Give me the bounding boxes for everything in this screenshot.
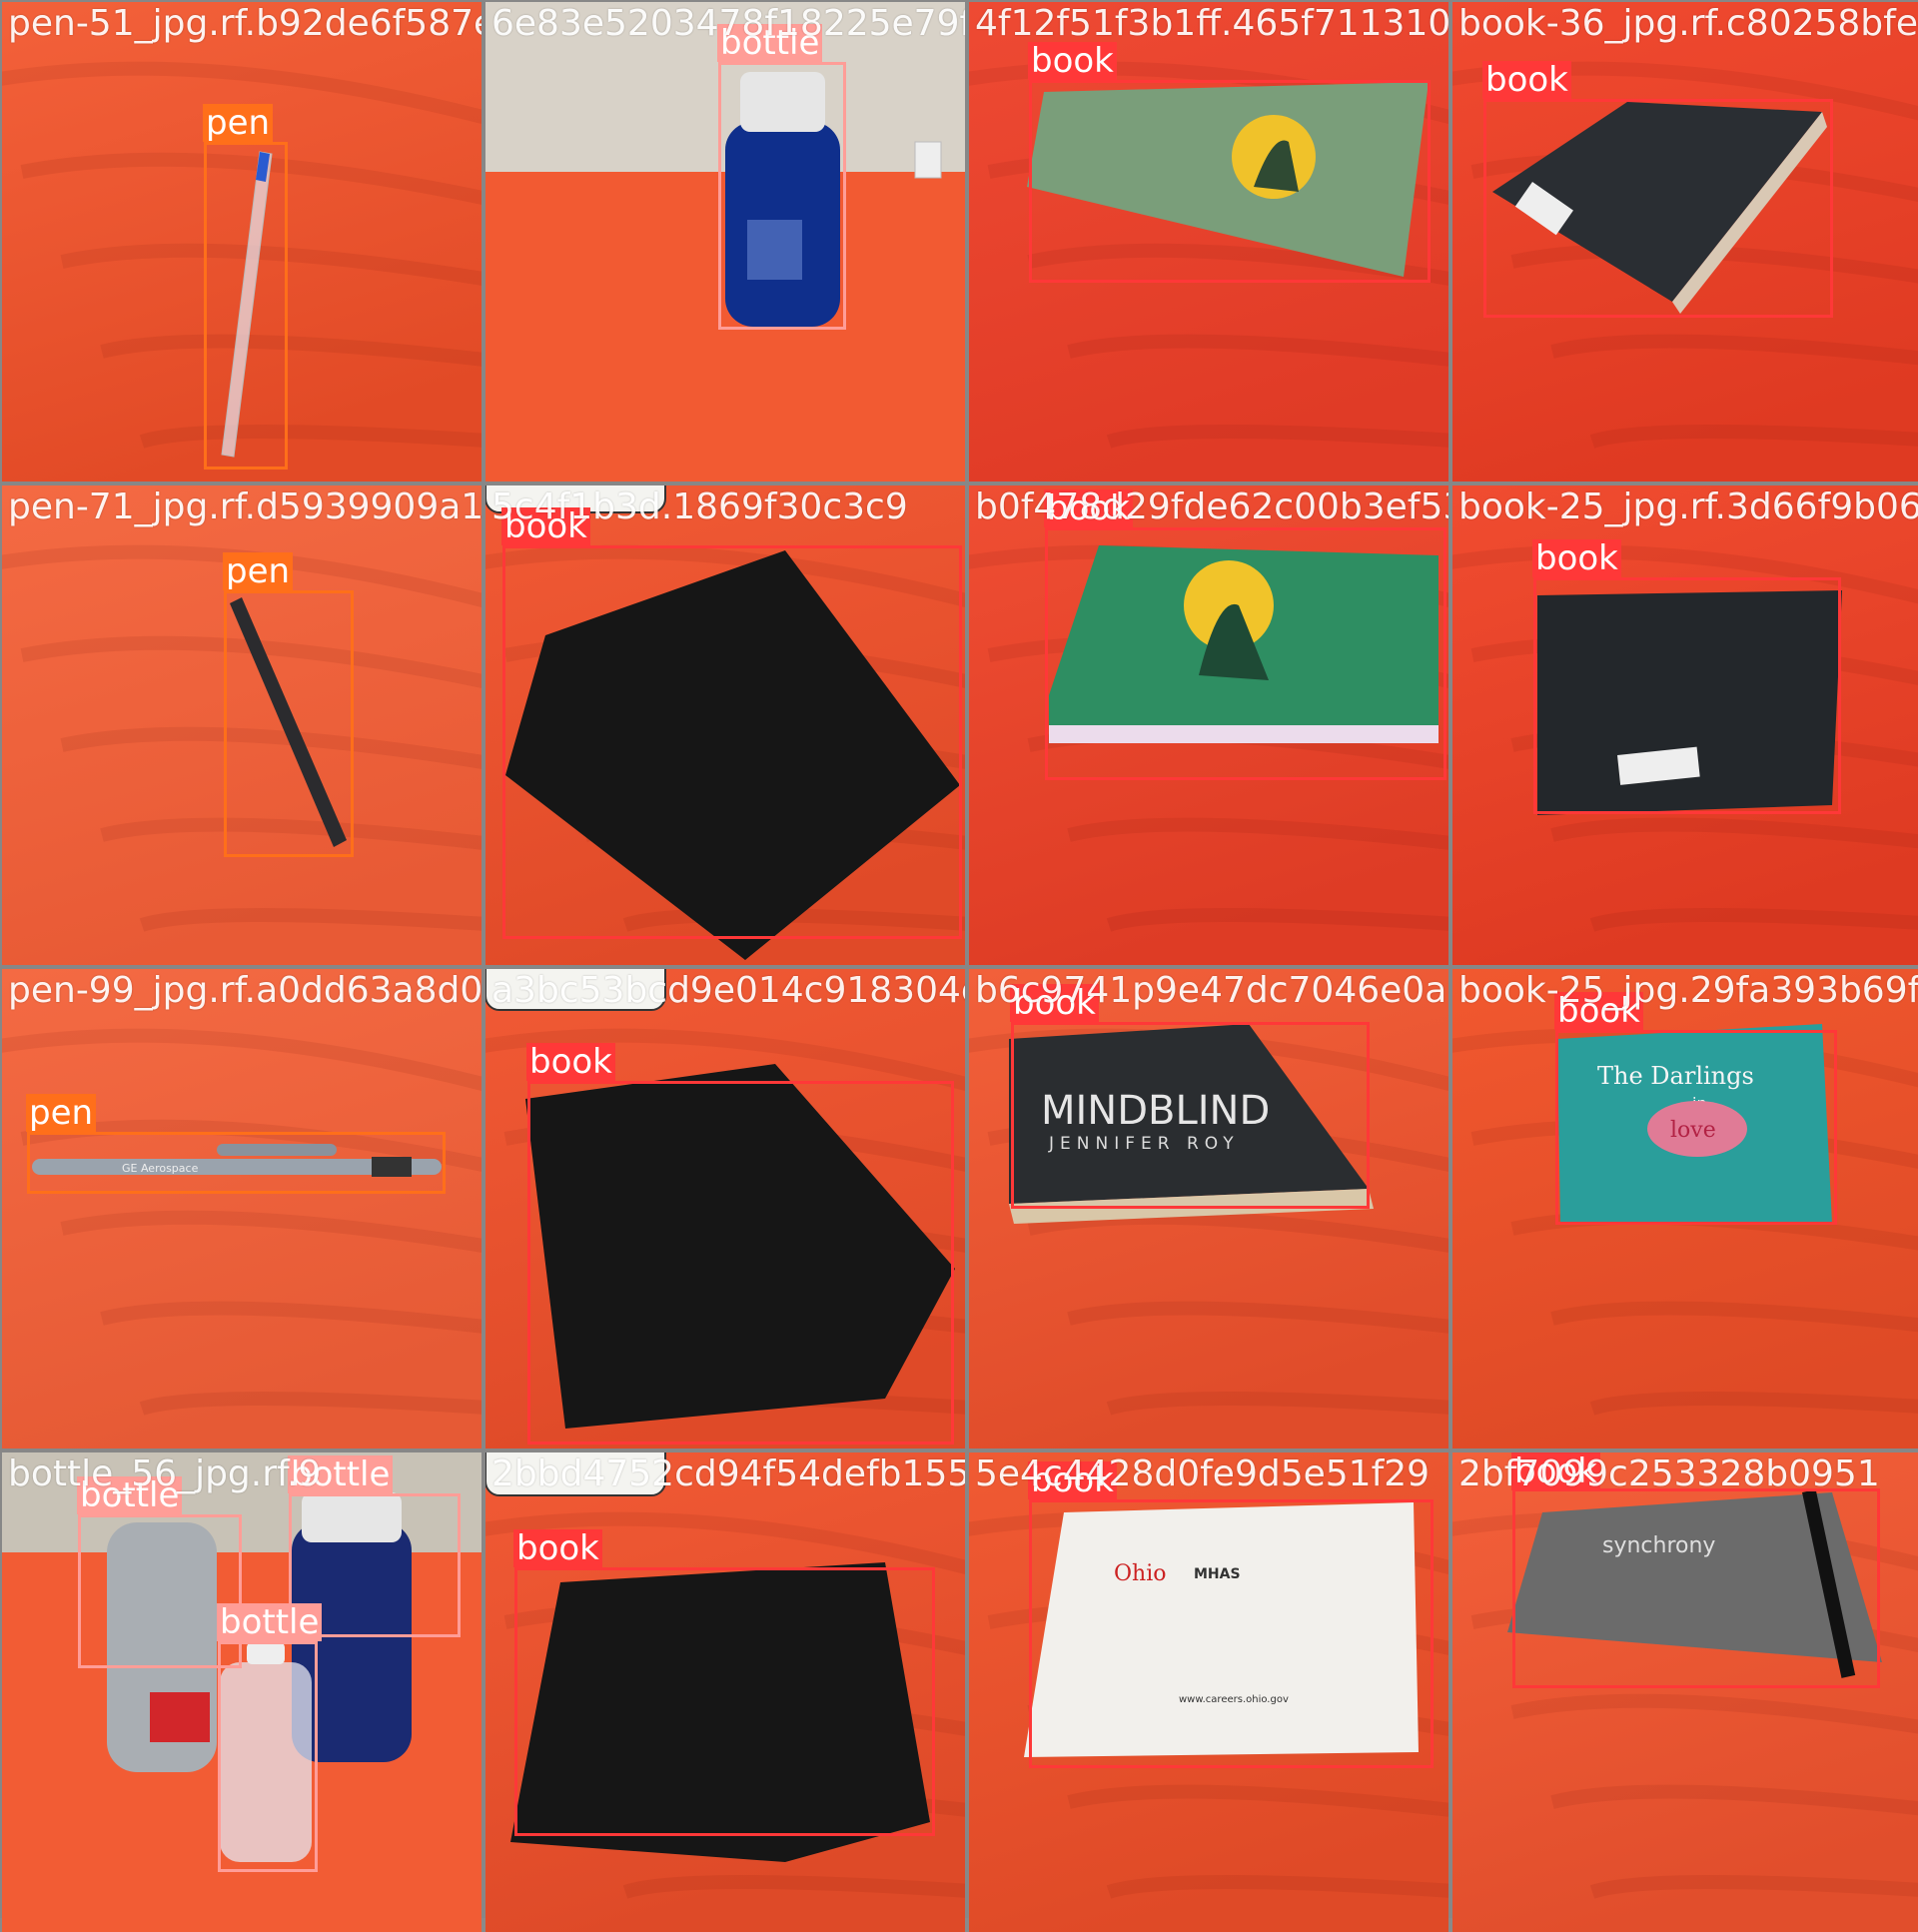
mosaic-tile: synchrony book 2bf7099c253328b0951 xyxy=(1452,1452,1918,1932)
book-label: book xyxy=(1511,1452,1600,1490)
mosaic-tile: pen pen-71_jpg.rf.d5939909a1b8 xyxy=(2,485,481,965)
mosaic-tile: Ohio MHAS www.careers.ohio.gov book 5e4c4428… xyxy=(969,1452,1448,1932)
book-bounding-box xyxy=(1533,577,1841,814)
book-bounding-box xyxy=(1512,1488,1880,1688)
bottle-label: bottle xyxy=(288,1455,394,1493)
book-label: book xyxy=(1482,61,1571,99)
book-label: book xyxy=(1044,489,1133,527)
mosaic-tile: book book-36_jpg.rf.c80258bfe8a xyxy=(1452,2,1918,482)
bottle-label: bottle xyxy=(77,1476,183,1514)
mosaic-tile: GE Aerospace pen pen-99_jpg.rf.a0dd63a8d0d… xyxy=(2,969,481,1449)
mosaic-tile: COMPOSITION BOOKbook2bbd4752cd94f54defb1… xyxy=(485,1452,965,1932)
pen-bounding-box xyxy=(27,1132,446,1194)
book-label: book xyxy=(1028,42,1117,80)
book-label: book xyxy=(501,507,590,545)
book-label: book xyxy=(1010,984,1099,1022)
mosaic-tile: bottle bottle bottle bottle_56_jpg.rf.9 xyxy=(2,1452,481,1932)
mosaic-tile: The Darlingsinlovebookbook-25_jpg.29fa39… xyxy=(1452,969,1918,1449)
pen-label: pen xyxy=(203,104,274,142)
mosaic-tile: book b0f478d29fde62c00b3ef53 xyxy=(969,485,1448,965)
book-label: book xyxy=(1028,1461,1117,1499)
pen-label: pen xyxy=(26,1094,97,1132)
book-bounding-box xyxy=(1029,1499,1434,1768)
mosaic-tile: bookbook-25_jpg.rf.3d66f9b069dc xyxy=(1452,485,1918,965)
book-bounding-box xyxy=(1483,99,1833,318)
photo: GE Aerospace xyxy=(2,969,481,1449)
mosaic-tile: COMPOSITION BOOKbook5c4f1b3d.1869f30c3c9 xyxy=(485,485,965,965)
mosaic-tile: bottle 6e83e5203478f18225e79f8 xyxy=(485,2,965,482)
book-bounding-box xyxy=(1011,1022,1370,1209)
bottle-bounding-box xyxy=(718,62,846,330)
book-bounding-box xyxy=(1029,80,1431,283)
bottle-label: bottle xyxy=(217,1603,323,1641)
book-label: book xyxy=(1554,992,1643,1030)
bottle-bounding-box xyxy=(218,1641,318,1872)
book-label: book xyxy=(513,1529,602,1567)
mosaic-tile: penpen-51_jpg.rf.b92de6f587e40 xyxy=(2,2,481,482)
mosaic-tile: COMPOSITION BOOKbooka3bc53bcd9e014c91830… xyxy=(485,969,965,1449)
book-bounding-box xyxy=(1045,527,1446,780)
mosaic-tile: book 4f12f51f3b1ff.465f711310e1 xyxy=(969,2,1448,482)
book-label: book xyxy=(1532,539,1621,577)
book-bounding-box xyxy=(502,545,962,939)
book-bounding-box xyxy=(527,1081,954,1445)
mosaic-tile: MINDBLIND JENNIFER ROY book b6c9741p9e47dc7… xyxy=(969,969,1448,1449)
pen-bounding-box xyxy=(224,590,354,857)
bottle-label: bottle xyxy=(717,24,823,62)
book-bounding-box xyxy=(1555,1030,1837,1225)
book-label: book xyxy=(526,1043,615,1081)
image-mosaic: penpen-51_jpg.rf.b92de6f587e40bottle6e83… xyxy=(0,0,1918,1932)
pen-bounding-box xyxy=(204,142,288,470)
pen-label: pen xyxy=(223,552,294,590)
book-bounding-box xyxy=(514,1567,935,1836)
